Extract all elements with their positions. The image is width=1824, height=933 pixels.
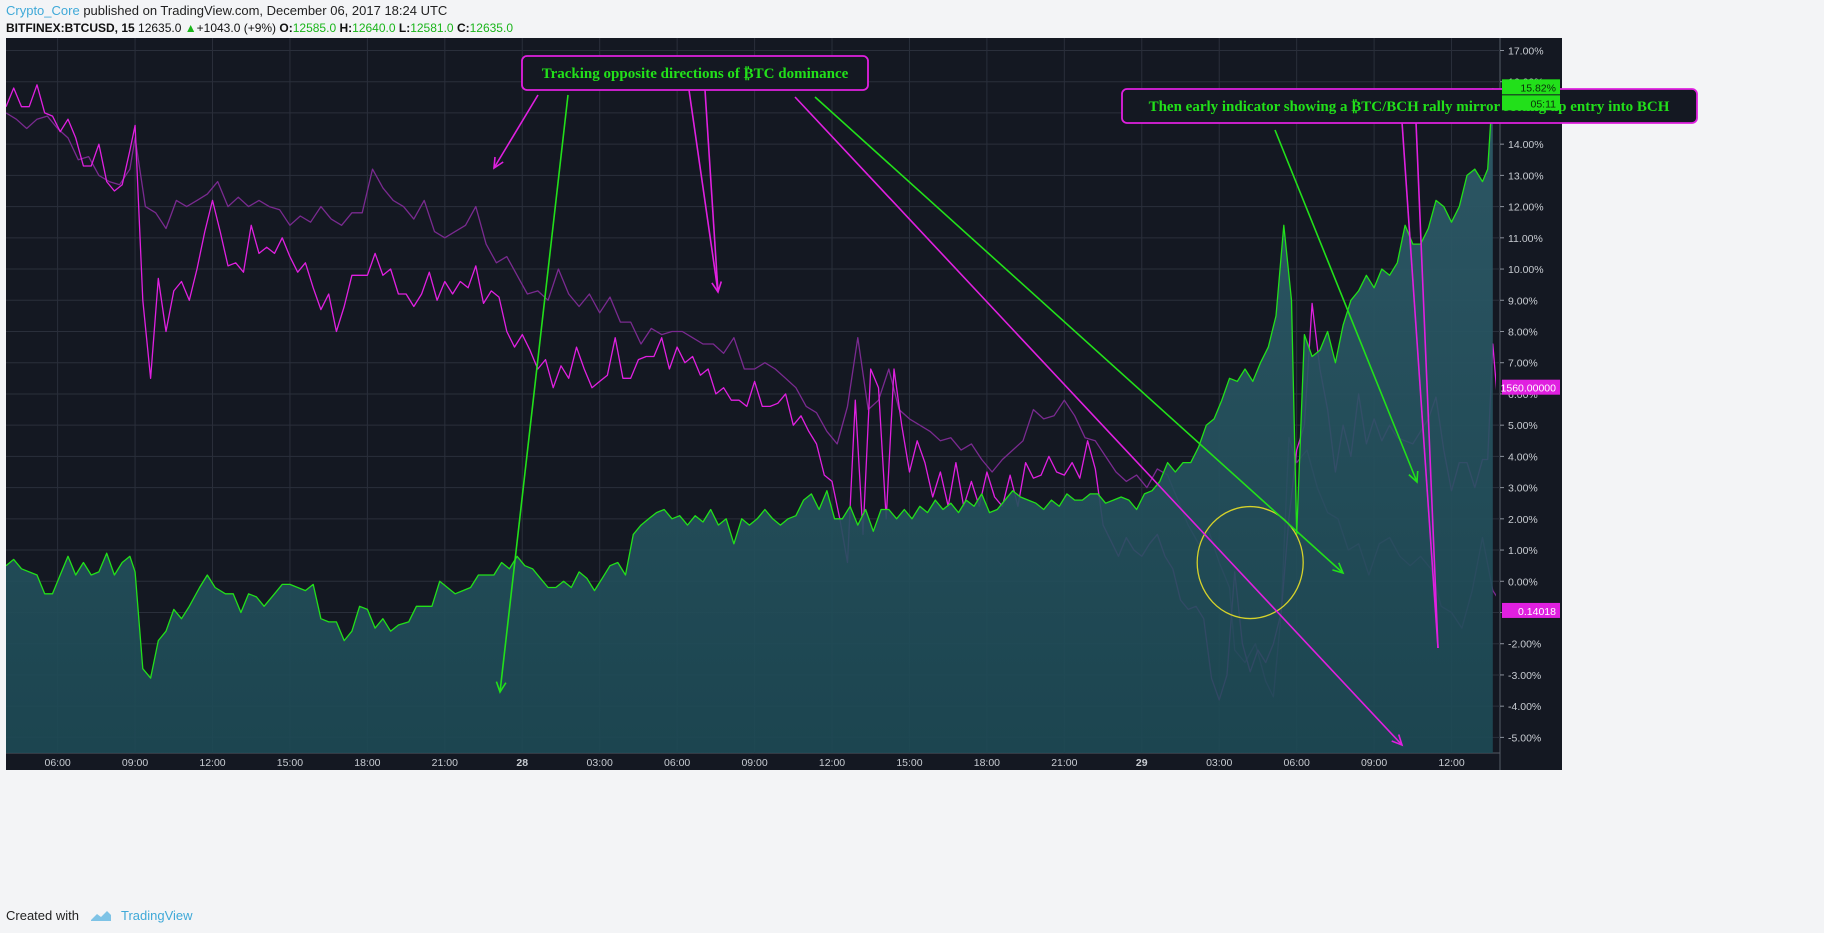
x-tick-label: 09:00 xyxy=(122,757,148,769)
y-tick-label: 5.00% xyxy=(1508,420,1538,432)
y-tick-label: 11.00% xyxy=(1508,233,1543,245)
x-tick-label: 15:00 xyxy=(277,757,303,769)
x-tick-label: 09:00 xyxy=(741,757,767,769)
green-pct-label: 15.82% xyxy=(1520,82,1556,94)
x-tick-label: 28 xyxy=(516,757,528,769)
y-tick-label: 4.00% xyxy=(1508,451,1538,463)
footer: Created with TradingView xyxy=(6,908,193,923)
y-tick-label: 13.00% xyxy=(1508,170,1544,182)
x-tick-label: 12:00 xyxy=(199,757,225,769)
y-tick-label: -4.00% xyxy=(1508,701,1541,713)
y-tick-label: 12.00% xyxy=(1508,202,1544,214)
y-tick-label: 2.00% xyxy=(1508,514,1538,526)
price-chart[interactable]: 17.00%16.00%15.00%14.00%13.00%12.00%11.0… xyxy=(0,0,1824,900)
y-tick-label: 10.00% xyxy=(1508,264,1544,276)
x-tick-label: 03:00 xyxy=(587,757,613,769)
y-tick-label: 1.00% xyxy=(1508,545,1538,557)
x-tick-label: 18:00 xyxy=(974,757,1000,769)
created-with-text: Created with xyxy=(6,908,79,923)
magenta-price-label: 1560.00000 xyxy=(1501,383,1557,395)
x-tick-label: 12:00 xyxy=(819,757,845,769)
x-tick-label: 21:00 xyxy=(1051,757,1077,769)
x-tick-label: 06:00 xyxy=(1284,757,1310,769)
annotation-text-2: Then early indicator showing a ₿TC/BCH r… xyxy=(1149,99,1670,115)
tradingview-logo-icon xyxy=(90,910,111,921)
x-tick-label: 03:00 xyxy=(1206,757,1232,769)
y-tick-label: 3.00% xyxy=(1508,483,1538,495)
y-tick-label: -5.00% xyxy=(1508,732,1541,744)
tradingview-link[interactable]: TradingView xyxy=(121,908,193,923)
x-tick-label: 21:00 xyxy=(432,757,458,769)
x-tick-label: 06:00 xyxy=(44,757,70,769)
y-tick-label: 9.00% xyxy=(1508,295,1538,307)
x-tick-label: 18:00 xyxy=(354,757,380,769)
y-tick-label: -2.00% xyxy=(1508,639,1541,651)
magenta-pct-label: 0.14018 xyxy=(1518,606,1556,618)
x-tick-label: 15:00 xyxy=(896,757,922,769)
x-tick-label: 06:00 xyxy=(664,757,690,769)
y-tick-label: 17.00% xyxy=(1508,45,1544,57)
x-tick-label: 09:00 xyxy=(1361,757,1387,769)
x-tick-label: 12:00 xyxy=(1438,757,1464,769)
x-tick-label: 29 xyxy=(1136,757,1148,769)
y-tick-label: 7.00% xyxy=(1508,358,1538,370)
y-tick-label: 14.00% xyxy=(1508,139,1544,151)
y-tick-label: 8.00% xyxy=(1508,326,1538,338)
y-tick-label: 0.00% xyxy=(1508,576,1538,588)
annotation-text-1: Tracking opposite directions of ₿TC domi… xyxy=(542,66,849,82)
countdown-label: 05:11 xyxy=(1531,98,1557,110)
y-tick-label: -3.00% xyxy=(1508,670,1541,682)
